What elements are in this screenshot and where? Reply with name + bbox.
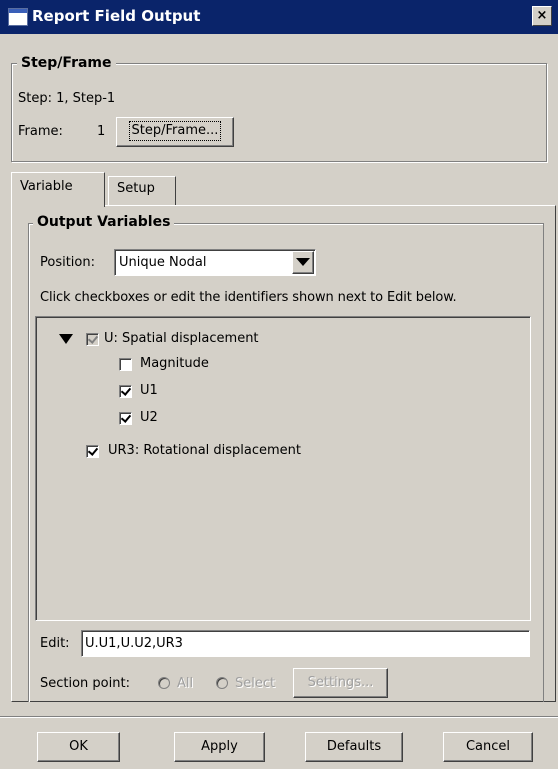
window-icon (8, 8, 28, 26)
window-title: Report Field Output (32, 7, 201, 25)
edit-label: Edit: (40, 636, 70, 651)
frame-value: 1 (97, 124, 106, 139)
ur3-label: UR3: Rotational displacement (108, 443, 302, 458)
variable-tree[interactable] (35, 316, 531, 621)
position-value: Unique Nodal (119, 255, 207, 270)
position-dropdown-button[interactable] (292, 251, 314, 274)
u2-label: U2 (140, 410, 158, 425)
chevron-down-icon (296, 258, 310, 266)
settings-button[interactable]: Settings... (293, 668, 388, 698)
edit-value: U.U1,U.U2,UR3 (85, 636, 183, 651)
u-label: U: Spatial displacement (104, 331, 259, 346)
defaults-button[interactable]: Defaults (305, 732, 403, 762)
position-select[interactable]: Unique Nodal (114, 249, 316, 276)
tab-variable[interactable]: Variable (11, 172, 105, 207)
u2-checkbox[interactable] (119, 412, 132, 425)
tab-setup-label: Setup (117, 181, 155, 196)
edit-field[interactable]: U.U1,U.U2,UR3 (81, 630, 530, 657)
tab-setup[interactable]: Setup (108, 176, 176, 205)
title-bar: Report Field Output × (0, 0, 558, 34)
step-frame-button[interactable]: Step/Frame... (116, 117, 234, 147)
magnitude-checkbox[interactable] (119, 358, 132, 371)
frame-label: Frame: (18, 124, 63, 139)
expand-arrow-icon[interactable] (59, 334, 75, 346)
tab-variable-label: Variable (20, 179, 73, 194)
output-variables-legend: Output Variables (33, 214, 175, 230)
ok-button[interactable]: OK (37, 732, 120, 762)
step-text: Step: 1, Step-1 (18, 91, 116, 106)
cancel-button[interactable]: Cancel (443, 732, 533, 762)
section-point-label: Section point: (40, 676, 130, 691)
position-label: Position: (40, 255, 95, 270)
section-select-radio[interactable] (216, 677, 228, 689)
bottom-divider (0, 716, 558, 718)
step-frame-legend: Step/Frame (17, 55, 116, 71)
u1-checkbox[interactable] (119, 385, 132, 398)
magnitude-label: Magnitude (140, 356, 209, 371)
step-frame-button-label: Step/Frame... (128, 121, 222, 141)
ur3-checkbox[interactable] (86, 445, 99, 458)
instructions-text: Click checkboxes or edit the identifiers… (40, 290, 457, 305)
close-button[interactable]: × (532, 6, 552, 26)
u-checkbox[interactable] (86, 333, 99, 346)
section-all-label: All (177, 676, 194, 691)
step-frame-group (11, 63, 547, 162)
section-all-radio[interactable] (158, 677, 170, 689)
apply-button[interactable]: Apply (174, 732, 265, 762)
u1-label: U1 (140, 383, 158, 398)
section-select-label: Select (235, 676, 276, 691)
